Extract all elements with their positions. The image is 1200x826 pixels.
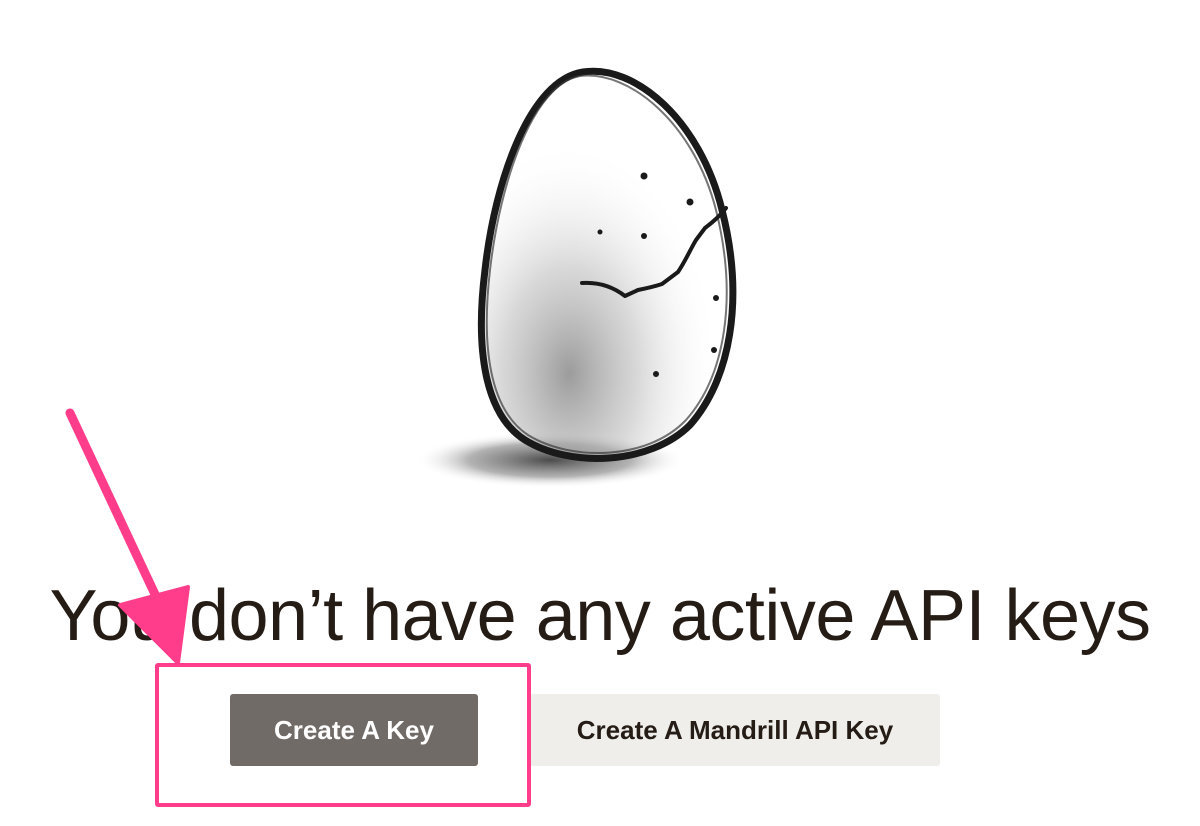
egg-body [481,71,733,459]
empty-state-heading: You don’t have any active API keys [49,576,1151,656]
api-keys-page: You don’t have any active API keys Creat… [0,0,1200,826]
create-key-button[interactable]: Create A Key [230,694,478,766]
create-mandrill-key-button[interactable]: Create A Mandrill API Key [530,694,940,766]
cracked-egg-illustration [415,67,737,488]
